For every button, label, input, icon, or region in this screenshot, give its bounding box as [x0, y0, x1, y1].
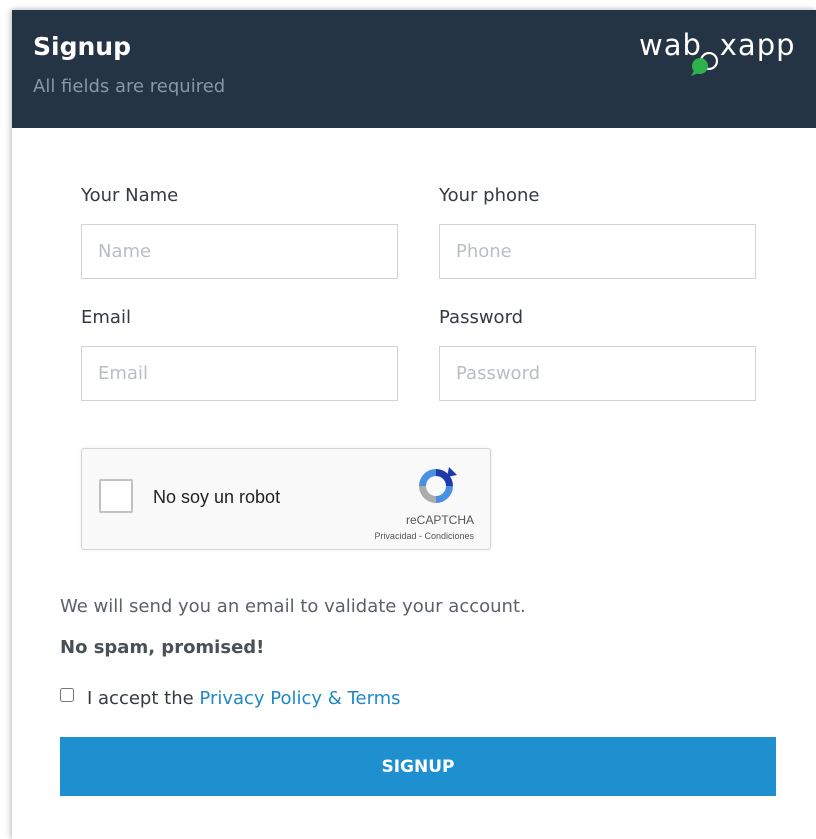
recaptcha-terms-link[interactable]: Condiciones: [424, 531, 474, 541]
page-title: Signup: [33, 32, 131, 61]
email-input[interactable]: [81, 346, 398, 401]
accept-terms-checkbox[interactable]: [60, 688, 74, 702]
wabboxapp-logo: waboxapp: [639, 28, 796, 76]
terms-prefix: I accept the: [87, 688, 200, 709]
no-spam-note: No spam, promised!: [60, 637, 265, 658]
chat-bubble-icon: [691, 52, 719, 76]
recaptcha-links: Privacidad - Condiciones: [332, 531, 474, 541]
recaptcha-logo-icon: [419, 467, 457, 503]
recaptcha-widget: No soy un robot reCAPTCHA Privacidad - C…: [81, 448, 491, 550]
email-label: Email: [81, 307, 131, 328]
phone-input[interactable]: [439, 224, 756, 279]
password-input[interactable]: [439, 346, 756, 401]
page-subtitle: All fields are required: [33, 76, 226, 97]
email-validation-notice: We will send you an email to validate yo…: [60, 596, 526, 617]
recaptcha-brand: reCAPTCHA: [405, 513, 474, 527]
password-label: Password: [439, 307, 524, 328]
signup-button[interactable]: SIGNUP: [60, 737, 776, 796]
privacy-policy-terms-link[interactable]: Privacy Policy & Terms: [199, 688, 400, 709]
recaptcha-privacy-link[interactable]: Privacidad: [374, 531, 416, 541]
signup-card: Signup All fields are required waboxapp …: [12, 10, 816, 839]
name-label: Your Name: [81, 185, 179, 206]
recaptcha-checkbox[interactable]: [99, 479, 133, 513]
phone-label: Your phone: [439, 185, 540, 206]
recaptcha-label: No soy un robot: [153, 487, 281, 507]
name-input[interactable]: [81, 224, 398, 279]
header: Signup All fields are required waboxapp: [12, 10, 816, 128]
terms-text: I accept the Privacy Policy & Terms: [87, 688, 401, 709]
logo-text-right: xapp: [719, 28, 796, 62]
